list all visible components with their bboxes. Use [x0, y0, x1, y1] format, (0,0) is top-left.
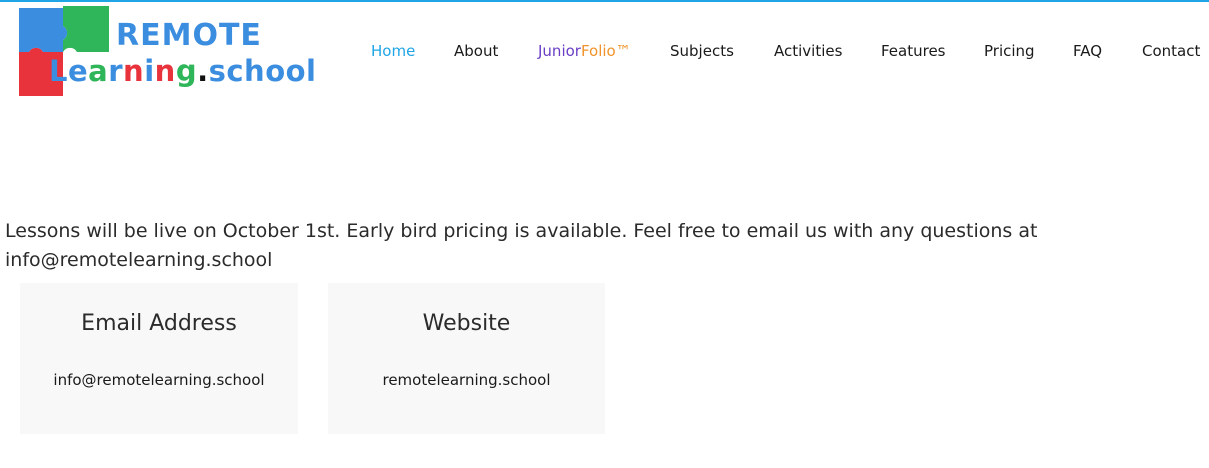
nav-item-activities[interactable]: Activities	[774, 42, 842, 60]
logo-letter: school	[208, 54, 317, 88]
logo-letter: n	[123, 54, 145, 88]
nav-item-about[interactable]: About	[454, 42, 498, 60]
nav-item-contact[interactable]: Contact	[1142, 42, 1200, 60]
announcement-text: Lessons will be live on October 1st. Ear…	[5, 220, 1038, 271]
logo-remote-text: REMOTE	[116, 18, 262, 53]
nav-item-faq[interactable]: FAQ	[1073, 42, 1102, 60]
nav-item-home[interactable]: Home	[371, 42, 415, 60]
logo-letter: a	[88, 54, 109, 88]
email-card-title: Email Address	[81, 311, 237, 336]
logo-letter: g	[175, 54, 198, 88]
nav-item-subjects[interactable]: Subjects	[670, 42, 734, 60]
site-logo[interactable]: REMOTE Learning.school	[19, 6, 319, 98]
logo-letter: r	[108, 54, 124, 88]
nav-item-features[interactable]: Features	[881, 42, 946, 60]
website-card-value[interactable]: remotelearning.school	[328, 371, 605, 389]
website-card-title: Website	[422, 311, 511, 336]
nav-juniorfolio-part1: Junior	[538, 42, 581, 60]
top-accent-bar	[0, 0, 1209, 2]
nav-item-juniorfolio[interactable]: JuniorFolio™	[538, 42, 631, 60]
logo-learning-text: Learning.school	[49, 54, 317, 88]
logo-letter: e	[67, 54, 89, 88]
email-card-value[interactable]: info@remotelearning.school	[20, 371, 298, 389]
nav-juniorfolio-part2: Folio™	[580, 42, 631, 60]
logo-letter: i	[144, 54, 155, 88]
logo-letter: n	[154, 54, 176, 88]
logo-letter: .	[197, 54, 209, 88]
website-card: Website remotelearning.school	[328, 283, 605, 434]
nav-item-pricing[interactable]: Pricing	[984, 42, 1035, 60]
logo-letter: L	[49, 54, 68, 88]
email-card: Email Address info@remotelearning.school	[20, 283, 298, 434]
